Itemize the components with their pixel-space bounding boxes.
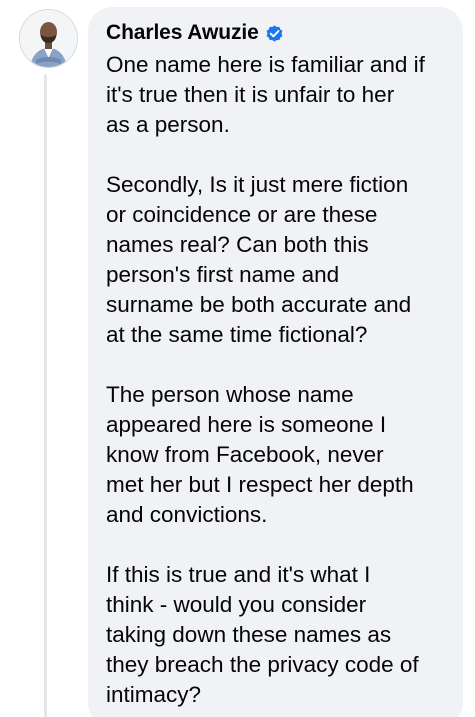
verified-badge-icon <box>266 24 283 42</box>
comment-paragraph: The person whose name appeared here is s… <box>106 382 414 527</box>
thread-line <box>44 74 47 717</box>
comment-paragraph: One name here is familiar and if it's tr… <box>106 52 425 137</box>
comment-screen: Charles Awuzie One name here is familiar… <box>0 0 475 717</box>
comment-paragraph: If this is true and it's what I think - … <box>106 562 419 707</box>
comment-author-row: Charles Awuzie <box>106 18 284 48</box>
comment-paragraph: Secondly, Is it just mere fiction or coi… <box>106 172 412 347</box>
author-name[interactable]: Charles Awuzie <box>106 21 259 45</box>
avatar-image <box>20 10 77 67</box>
comment-text: One name here is familiar and if it's tr… <box>106 50 456 710</box>
avatar[interactable] <box>19 9 78 68</box>
